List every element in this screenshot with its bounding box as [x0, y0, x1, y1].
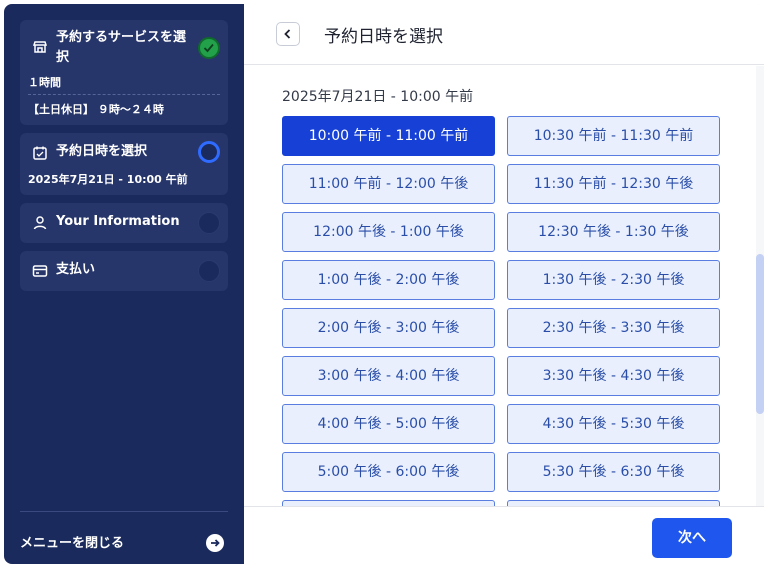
time-slot[interactable]: 12:30 午後 - 1:30 午後 [507, 212, 720, 252]
step-your-information[interactable]: Your Information [20, 203, 228, 243]
pending-step-indicator [198, 212, 220, 234]
check-icon [198, 37, 220, 59]
card-icon [32, 265, 48, 277]
chevron-left-icon [284, 29, 291, 39]
arrow-right-icon[interactable] [206, 534, 224, 552]
time-slot[interactable]: 1:30 午後 - 2:30 午後 [507, 260, 720, 300]
step-title: 予約するサービスを選択 [56, 30, 187, 65]
time-slot-list: 2025年7月21日 - 10:00 午前 10:00 午前 - 11:00 午… [244, 66, 764, 506]
page-title: 予約日時を選択 [324, 27, 443, 47]
person-icon [33, 216, 47, 230]
time-slot[interactable]: 1:00 午後 - 2:00 午後 [282, 260, 495, 300]
close-menu-label[interactable]: メニューを閉じる [20, 532, 124, 551]
header: 予約日時を選択 [244, 4, 764, 65]
active-step-indicator [198, 141, 220, 163]
time-slot[interactable]: 12:00 午後 - 1:00 午後 [282, 212, 495, 252]
time-slot[interactable]: 10:30 午前 - 11:30 午前 [507, 116, 720, 156]
time-slot[interactable]: 4:30 午後 - 5:30 午後 [507, 404, 720, 444]
calendar-icon [33, 146, 47, 160]
step-select-service[interactable]: 予約するサービスを選択 １時間 【土日休日】 ９時〜２４時 [20, 20, 228, 125]
time-slot[interactable]: 5:00 午後 - 6:00 午後 [282, 452, 495, 492]
time-slot[interactable]: 4:00 午後 - 5:00 午後 [282, 404, 495, 444]
time-slot[interactable]: 2:30 午後 - 3:30 午後 [507, 308, 720, 348]
step-payment[interactable]: 支払い [20, 251, 228, 291]
scrollbar-thumb[interactable] [756, 254, 764, 414]
booking-window: 予約するサービスを選択 １時間 【土日休日】 ９時〜２４時 予約日時を選択 20… [4, 4, 764, 564]
step-detail-datetime: 2025年7月21日 - 10:00 午前 [28, 173, 188, 186]
steps-sidebar: 予約するサービスを選択 １時間 【土日休日】 ９時〜２４時 予約日時を選択 20… [4, 4, 244, 564]
main-panel: 予約日時を選択 2025年7月21日 - 10:00 午前 10:00 午前 -… [244, 4, 764, 564]
back-button[interactable] [276, 22, 300, 46]
footer: 次へ [244, 506, 764, 564]
time-slot[interactable]: 11:00 午前 - 12:00 午後 [282, 164, 495, 204]
store-icon [32, 41, 48, 53]
time-slot[interactable]: 2:00 午後 - 3:00 午後 [282, 308, 495, 348]
time-slot[interactable]: 10:00 午前 - 11:00 午前 [282, 116, 495, 156]
step-detail-duration: １時間 [28, 76, 61, 89]
step-title: 支払い [56, 262, 96, 277]
step-title: Your Information [56, 214, 180, 229]
time-slot[interactable]: 3:00 午後 - 4:00 午後 [282, 356, 495, 396]
step-select-datetime[interactable]: 予約日時を選択 2025年7月21日 - 10:00 午前 [20, 133, 228, 195]
next-button[interactable]: 次へ [652, 518, 732, 558]
step-title: 予約日時を選択 [56, 144, 148, 159]
divider [28, 94, 220, 95]
time-slot[interactable]: 5:30 午後 - 6:30 午後 [507, 452, 720, 492]
close-menu-row[interactable]: メニューを閉じる [20, 511, 228, 564]
time-slot[interactable]: 3:30 午後 - 4:30 午後 [507, 356, 720, 396]
step-detail-hours: 【土日休日】 ９時〜２４時 [28, 103, 164, 116]
time-slot[interactable]: 11:30 午前 - 12:30 午後 [507, 164, 720, 204]
selected-datetime-label: 2025年7月21日 - 10:00 午前 [282, 89, 474, 105]
pending-step-indicator [198, 260, 220, 282]
